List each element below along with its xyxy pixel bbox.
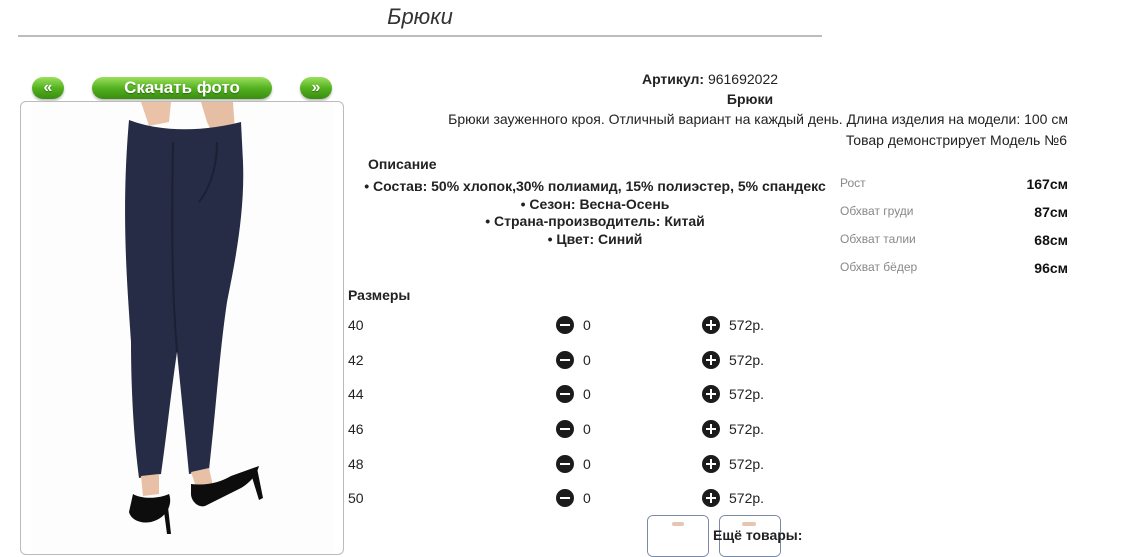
measurement-label: Обхват груди xyxy=(840,204,914,218)
description-item-composition: • Состав: 50% хлопок,30% полиамид, 15% п… xyxy=(364,178,826,194)
increase-quantity-icon[interactable] xyxy=(702,489,720,507)
size-row: 42 0 572р. xyxy=(348,351,808,372)
description-heading: Описание xyxy=(368,156,437,172)
size-label: 48 xyxy=(348,456,364,472)
decrease-quantity-icon[interactable] xyxy=(556,455,574,473)
measurement-value: 87см xyxy=(1034,204,1068,220)
measurement-value: 68см xyxy=(1034,232,1068,248)
sizes-heading: Размеры xyxy=(348,287,411,303)
quantity-value: 0 xyxy=(583,352,591,368)
size-price: 572р. xyxy=(729,490,765,506)
decrease-quantity-icon[interactable] xyxy=(556,420,574,438)
increase-quantity-icon[interactable] xyxy=(702,351,720,369)
size-label: 46 xyxy=(348,421,364,437)
size-price: 572р. xyxy=(729,456,765,472)
quantity-value: 0 xyxy=(583,490,591,506)
title-divider xyxy=(18,35,822,37)
next-photo-button[interactable]: » xyxy=(300,77,332,99)
measurement-height: Рост 167см xyxy=(840,176,1068,196)
prev-photo-button[interactable]: « xyxy=(32,77,64,99)
article-value: 961692022 xyxy=(707,71,779,87)
description-item-season: • Сезон: Весна-Осень xyxy=(520,195,670,212)
size-row: 44 0 572р. xyxy=(348,385,808,406)
decrease-quantity-icon[interactable] xyxy=(556,316,574,334)
size-price: 572р. xyxy=(729,352,765,368)
model-note: Товар демонстрирует Модель №6 xyxy=(845,132,1067,148)
decrease-quantity-icon[interactable] xyxy=(556,351,574,369)
thumbnail-image xyxy=(648,516,708,556)
measurement-hips: Обхват бёдер 96см xyxy=(840,260,1068,280)
measurement-waist: Обхват талии 68см xyxy=(840,232,1068,252)
size-price: 572р. xyxy=(729,421,765,437)
size-label: 42 xyxy=(348,352,364,368)
description-item-color: • Цвет: Синий xyxy=(547,230,643,247)
product-description: Брюки зауженного кроя. Отличный вариант … xyxy=(448,111,1068,127)
page-title: Брюки xyxy=(387,4,453,29)
increase-quantity-icon[interactable] xyxy=(702,385,720,403)
product-name: Брюки xyxy=(726,91,774,107)
size-row: 46 0 572р. xyxy=(348,420,808,441)
measurement-label: Обхват бёдер xyxy=(840,260,918,274)
quantity-value: 0 xyxy=(583,421,591,437)
measurement-label: Обхват талии xyxy=(840,232,916,246)
more-goods-label: Ещё товары: xyxy=(713,527,803,543)
product-photo-image xyxy=(31,102,333,554)
description-item-country: • Страна-производитель: Китай xyxy=(485,213,705,229)
article-label: Артикул: xyxy=(641,71,705,87)
product-photo[interactable] xyxy=(20,101,344,555)
article-number: Артикул: 961692022 xyxy=(560,71,860,87)
size-row: 50 0 572р. xyxy=(348,489,808,510)
size-row: 40 0 572р. xyxy=(348,316,808,337)
size-price: 572р. xyxy=(729,386,765,402)
measurement-chest: Обхват груди 87см xyxy=(840,204,1068,224)
increase-quantity-icon[interactable] xyxy=(702,455,720,473)
measurement-value: 96см xyxy=(1034,260,1068,276)
increase-quantity-icon[interactable] xyxy=(702,420,720,438)
size-label: 44 xyxy=(348,386,364,402)
decrease-quantity-icon[interactable] xyxy=(556,489,574,507)
description-list: • Состав: 50% хлопок,30% полиамид, 15% п… xyxy=(350,178,840,248)
size-row: 48 0 572р. xyxy=(348,455,808,476)
size-price: 572р. xyxy=(729,317,765,333)
quantity-value: 0 xyxy=(583,456,591,472)
quantity-value: 0 xyxy=(583,317,591,333)
decrease-quantity-icon[interactable] xyxy=(556,385,574,403)
quantity-value: 0 xyxy=(583,386,591,402)
related-product-thumbnail[interactable] xyxy=(647,515,709,557)
size-label: 40 xyxy=(348,317,364,333)
measurement-label: Рост xyxy=(840,176,866,190)
measurement-value: 167см xyxy=(1026,176,1068,192)
download-photo-button[interactable]: Скачать фото xyxy=(92,77,272,99)
size-label: 50 xyxy=(348,490,364,506)
increase-quantity-icon[interactable] xyxy=(702,316,720,334)
